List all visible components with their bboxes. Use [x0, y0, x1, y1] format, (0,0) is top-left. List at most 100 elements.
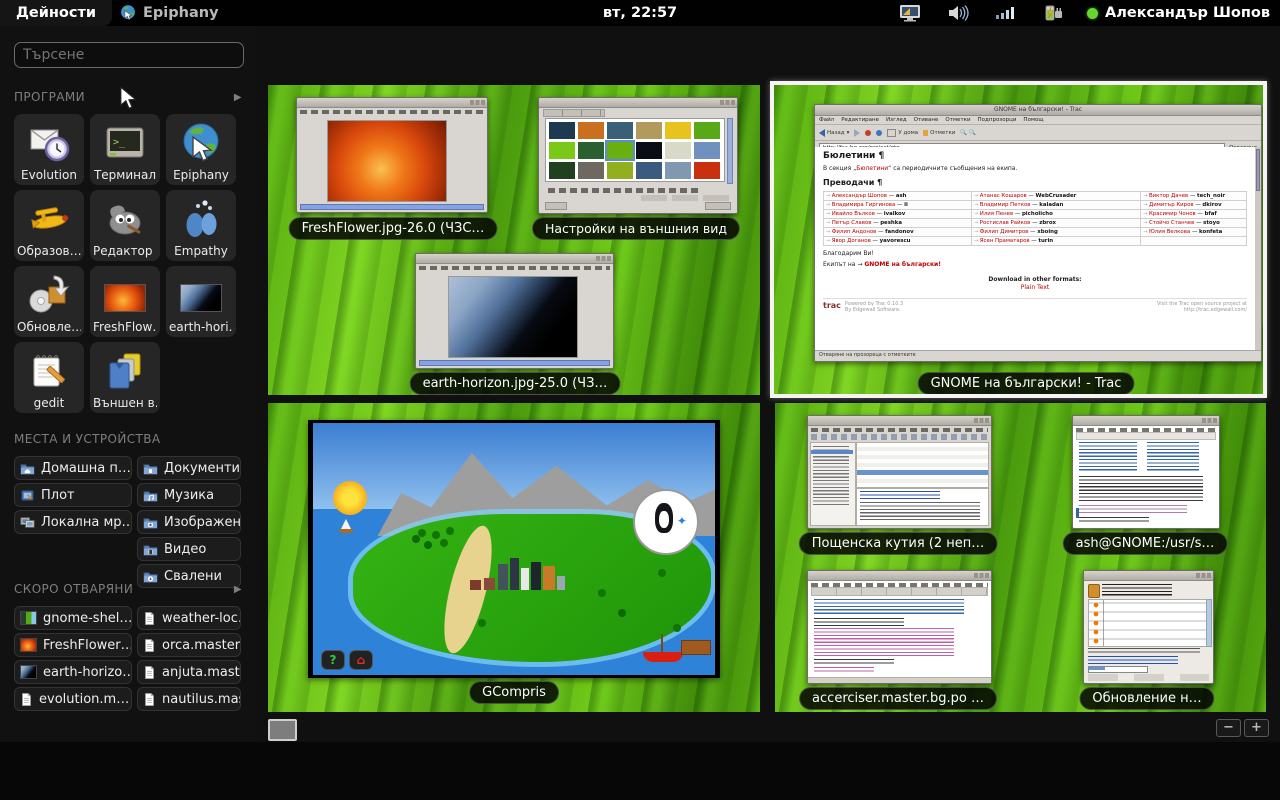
workspace-3[interactable]: ✦ ? ⌂ GCompris: [268, 403, 760, 712]
app-tile-empathy[interactable]: Empathy: [166, 190, 236, 261]
help-button[interactable]: ?: [321, 650, 345, 670]
window-label: FreshFlower.jpg-26.0 (ЧЗС…: [289, 217, 498, 240]
home-button[interactable]: ⌂: [349, 650, 373, 670]
deco: [1206, 599, 1212, 647]
terminal-output-text: [1079, 476, 1203, 502]
user-menu[interactable]: Александър Шопов: [1087, 0, 1270, 26]
workspace-2-active-frame: GNOME на български! - Trac Файл Редактир…: [770, 81, 1267, 398]
deco: Екипът на: [823, 261, 855, 268]
menu-help: Помощ: [1023, 117, 1043, 123]
deco: [419, 266, 610, 270]
app-tile-earthhorizon[interactable]: earth-hori…: [166, 266, 236, 337]
workspace-1[interactable]: FreshFlower.jpg-26.0 (ЧЗС… Настройки на …: [268, 85, 760, 395]
app-tile-terminal[interactable]: >_ Терминал: [90, 114, 160, 185]
window-titlebar: [539, 98, 737, 108]
app-tile-gcompris[interactable]: Образов…: [14, 190, 84, 261]
window-thumb-terminal[interactable]: [1072, 415, 1220, 529]
remove-workspace-button[interactable]: −: [1216, 719, 1241, 737]
back-label: Назад: [827, 130, 845, 136]
deco: В секция „: [823, 165, 856, 172]
app-tile-freshflower[interactable]: FreshFlow…: [90, 266, 160, 337]
workspace-indicator[interactable]: [268, 719, 297, 741]
deco: [813, 446, 849, 506]
app-tile-gedit[interactable]: gedit: [14, 342, 84, 413]
svg-text:>_: >_: [113, 137, 126, 148]
app-tile-evolution[interactable]: Evolution: [14, 114, 84, 185]
recent-item[interactable]: orca.master.…: [137, 633, 241, 657]
volume-icon[interactable]: [947, 4, 969, 22]
place-music[interactable]: Музика: [137, 483, 241, 507]
recent-item[interactable]: earth-horizo…: [14, 660, 132, 684]
window-titlebar: [808, 416, 991, 426]
expand-recent-icon[interactable]: ▶: [234, 584, 242, 595]
window-label: earth-horizon.jpg-25.0 (ЧЗ…: [410, 372, 621, 395]
document-icon: [143, 665, 156, 680]
workspace-2[interactable]: GNOME на български! - Trac Файл Редактир…: [774, 85, 1263, 394]
window-thumb-gedit[interactable]: [807, 570, 992, 684]
app-tile-appearance[interactable]: Външен в…: [90, 342, 160, 413]
terminal-output-blue: [1147, 442, 1199, 472]
place-home[interactable]: Домашна п…: [14, 456, 132, 480]
app-label: Evolution: [21, 168, 77, 182]
gimp-icon: [102, 196, 148, 242]
app-menu[interactable]: Epiphany: [118, 0, 219, 26]
expand-programs-icon[interactable]: ▶: [234, 92, 242, 103]
place-videos[interactable]: Видео: [137, 537, 241, 561]
window-label: Настройки на външния вид: [532, 217, 740, 240]
add-workspace-button[interactable]: +: [1244, 719, 1269, 737]
display-icon[interactable]: [899, 4, 921, 22]
po-strings: [814, 628, 954, 656]
app-tile-gimp[interactable]: Редактор …: [90, 190, 160, 261]
place-documents[interactable]: Документи: [137, 456, 241, 480]
tab-strip: [811, 587, 988, 596]
downloads-folder-icon: [143, 570, 158, 583]
window-thumb-gimp-freshflower[interactable]: [296, 97, 488, 213]
deco: [543, 109, 605, 117]
recent-item[interactable]: evolution.m…: [14, 687, 132, 711]
button-row: [1088, 674, 1209, 681]
update-list: [1088, 599, 1207, 647]
app-label: Терминал: [94, 168, 156, 182]
places-list: Домашна п… Плот Локална мр…: [14, 456, 241, 588]
app-label: gedit: [34, 396, 65, 410]
recent-label: earth-horizo…: [43, 665, 132, 680]
browser-menubar: Файл Редактиране Изглед Отиване Отметки …: [815, 116, 1261, 125]
place-network[interactable]: Локална мр…: [14, 510, 132, 534]
menu-view: Изглед: [886, 117, 907, 123]
app-tile-updates[interactable]: Обновле…: [14, 266, 84, 337]
app-label: earth-hori…: [169, 320, 233, 334]
window-thumb-updates[interactable]: [1083, 570, 1214, 684]
app-tile-epiphany[interactable]: Epiphany: [166, 114, 236, 185]
place-desktop[interactable]: Плот: [14, 483, 132, 507]
window-thumb-gcompris[interactable]: ✦ ? ⌂: [308, 420, 720, 678]
place-pictures[interactable]: Изображен…: [137, 510, 241, 534]
deco: [643, 652, 683, 662]
recent-label: orca.master.…: [162, 638, 241, 653]
powered-by: Powered by Trac 0.10.3By Edgewall Softwa…: [845, 301, 903, 313]
deco: [1079, 517, 1149, 522]
recent-item[interactable]: weather-loc…: [137, 606, 241, 630]
recent-item[interactable]: FreshFlower…: [14, 633, 132, 657]
deco: [811, 434, 988, 440]
place-label: Документи: [164, 461, 240, 476]
activity-bubble[interactable]: ✦: [633, 489, 699, 555]
recent-item[interactable]: anjuta.mast…: [137, 660, 241, 684]
recent-label: FreshFlower…: [43, 638, 132, 653]
workspace-4[interactable]: Пощенска кутия (2 неп… ash@GNOME:/usr/s……: [775, 403, 1266, 712]
message-list: [856, 442, 989, 488]
window-thumb-epiphany-trac[interactable]: GNOME на български! - Trac Файл Редактир…: [814, 104, 1262, 362]
network-signal-icon[interactable]: [995, 4, 1017, 22]
app-label: Външен в…: [93, 396, 157, 410]
battery-icon[interactable]: [1043, 4, 1065, 22]
recent-item[interactable]: nautilus.mas…: [137, 687, 241, 711]
window-thumb-evolution[interactable]: [807, 415, 992, 529]
window-thumb-appearance[interactable]: [538, 97, 738, 214]
window-thumb-gimp-earth[interactable]: [415, 253, 614, 369]
top-bar: вт, 22:57 Дейности Epiphany: [0, 0, 1280, 26]
deco: [545, 202, 567, 210]
deco: [341, 519, 351, 529]
recent-item[interactable]: gnome-shel…: [14, 606, 132, 630]
search-input[interactable]: [14, 42, 244, 68]
activities-button[interactable]: Дейности: [0, 0, 112, 26]
deco: [1076, 432, 1216, 440]
